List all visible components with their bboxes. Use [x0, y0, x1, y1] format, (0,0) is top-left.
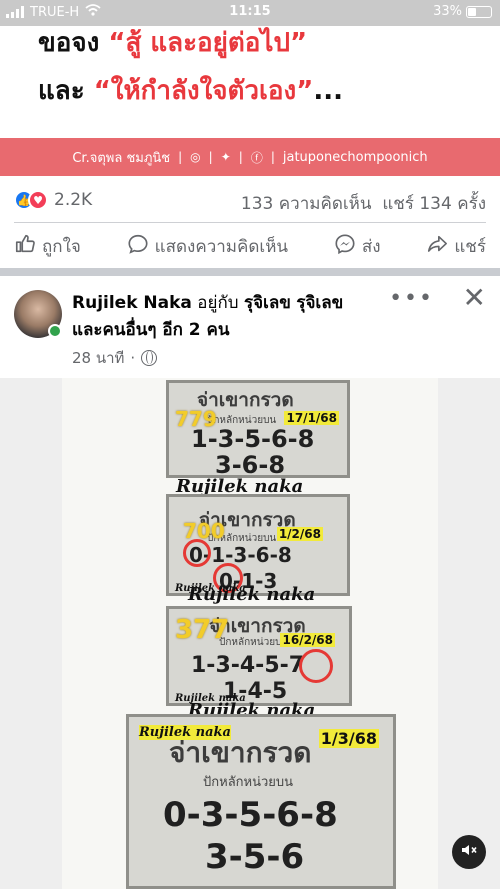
more-options-icon[interactable]: ••• — [389, 286, 434, 311]
banner-line-1: ขอจง “สู้ และอยู่ต่อไป” — [38, 22, 307, 63]
lottery-ticket: จ่าเขากรวด ปักหลักหน่วยบน 17/1/68 779 1-… — [166, 380, 350, 479]
share-label: แชร์ — [454, 236, 486, 257]
red-circle-mark — [299, 649, 333, 683]
divider-bar: | — [270, 150, 275, 164]
post-action-bar: ถูกใจ แสดงความคิดเห็น ส่ง แชร์ — [0, 226, 500, 266]
send-label: ส่ง — [361, 236, 381, 257]
post-image[interactable]: จ่าเขากรวด ปักหลักหน่วยบน 17/1/68 779 1-… — [0, 378, 500, 889]
online-status-dot — [48, 324, 62, 338]
thumbs-up-icon — [14, 233, 36, 260]
ticket-highlight-number: 377 — [175, 615, 230, 645]
status-bar: TRUE-H 11:15 33% — [0, 0, 500, 24]
like-button[interactable]: ถูกใจ — [14, 233, 81, 260]
globe-icon — [141, 350, 158, 366]
ticket-row-1: 1-3-4-5-7 — [191, 653, 305, 678]
divider — [14, 222, 486, 223]
post-time[interactable]: 28 นาที — [72, 346, 124, 370]
lottery-ticket: จ่าเขากรวด ปักหลักหน่วยบน 1/2/68 700 0-1… — [166, 494, 350, 596]
close-icon[interactable]: ✕ — [463, 284, 486, 312]
author-line: Rujilek Naka อยู่กับ รุจิเลข รุจิเลข และ… — [72, 290, 412, 344]
others-tagged-link[interactable]: และคนอื่นๆ อีก 2 คน — [72, 320, 230, 340]
ticket-row-1: 1-3-5-6-8 — [191, 425, 315, 453]
twitter-icon: ✦ — [220, 150, 231, 164]
share-count[interactable]: แชร์ 134 ครั้ง — [382, 194, 486, 214]
reaction-count[interactable]: 2.2K — [54, 190, 92, 210]
meta-dot: · — [130, 349, 136, 367]
tagged-user-1[interactable]: รุจิเลข — [244, 293, 291, 313]
ticket-subtitle: ปักหลักหน่วยบน — [219, 637, 289, 648]
battery-percent: 33% — [433, 4, 462, 19]
comment-label: แสดงความคิดเห็น — [154, 236, 289, 257]
banner-line-1-prefix: ขอจง — [38, 28, 109, 58]
credit-name: Cr.จตุพล ชมภูนิช — [72, 150, 171, 166]
ticket-subtitle: ปักหลักหน่วยบน — [203, 775, 294, 790]
signature-text: Rujilek naka — [188, 584, 316, 605]
ticket-row-2: 3-5-6 — [205, 837, 305, 877]
author-name[interactable]: Rujilek Naka — [72, 293, 192, 313]
send-button[interactable]: ส่ง — [334, 233, 381, 260]
banner-line-2: และ “ให้กำลังใจตัวเอง”... — [38, 70, 343, 111]
banner-credit-bar: Cr.จตุพล ชมภูนิช | ◎ | ✦ | ⓕ | jatuponec… — [0, 138, 500, 176]
banner-line-2-suffix: ... — [313, 76, 343, 106]
banner-line-1-quote: “สู้ และอยู่ต่อไป” — [108, 28, 308, 58]
facebook-icon: ⓕ — [250, 150, 263, 165]
red-circle-mark — [183, 539, 211, 567]
ticket-highlight-number: 700 — [183, 519, 225, 543]
love-reaction-icon: ♥ — [28, 190, 48, 210]
shared-banner-image: ขอจง “สู้ และอยู่ต่อไป” และ “ให้กำลังใจต… — [0, 0, 500, 178]
messenger-icon — [334, 233, 356, 260]
post-header: Rujilek Naka อยู่กับ รุจิเลข รุจิเลข และ… — [0, 276, 500, 376]
banner-line-2-quote: “ให้กำลังใจตัวเอง” — [93, 76, 314, 106]
ticket-date: 1/2/68 — [276, 527, 323, 541]
instagram-icon: ◎ — [190, 150, 201, 164]
battery-icon — [466, 5, 492, 18]
mute-button[interactable] — [452, 835, 486, 869]
divider-bar: | — [178, 150, 183, 164]
divider-bar: | — [208, 150, 213, 164]
ticket-row-1: 0-3-5-6-8 — [163, 795, 338, 835]
lottery-ticket: จ่าเขากรวด ปักหลักหน่วยบน 1/3/68 Rujilek… — [126, 714, 396, 889]
comment-bubble-icon — [127, 233, 149, 260]
divider-bar: | — [238, 150, 243, 164]
like-label: ถูกใจ — [42, 236, 81, 257]
with-text: อยู่กับ — [191, 293, 244, 313]
lottery-ticket: จ่าเขากรวด ปักหลักหน่วยบน 16/2/68 377 1-… — [166, 606, 352, 706]
banner-line-2-prefix: และ — [38, 76, 94, 106]
facebook-post-screen: ขอจง “สู้ และอยู่ต่อไป” และ “ให้กำลังใจต… — [0, 0, 500, 889]
reactions-summary[interactable]: 👍 ♥ 2.2K 133 ความคิดเห็น แชร์ 134 ครั้ง — [0, 184, 500, 220]
ticket-date: 17/1/68 — [284, 411, 339, 425]
share-arrow-icon — [426, 233, 448, 260]
ticket-date: 16/2/68 — [280, 633, 335, 647]
share-button[interactable]: แชร์ — [426, 233, 486, 260]
ticket-row-2: 3-6-8 — [215, 451, 286, 479]
speaker-muted-icon — [461, 843, 477, 861]
post-separator — [0, 268, 500, 276]
comment-button[interactable]: แสดงความคิดเห็น — [127, 233, 288, 260]
post-meta: 28 นาที · — [72, 346, 158, 370]
comment-count[interactable]: 133 ความคิดเห็น — [241, 194, 372, 214]
ticket-date: 1/3/68 — [318, 729, 379, 748]
clock: 11:15 — [229, 4, 271, 19]
signature-small: Rujilek naka — [139, 725, 231, 740]
credit-handle: jatuponechompoonich — [282, 149, 428, 165]
tagged-user-2[interactable]: รุจิเลข — [296, 293, 343, 313]
